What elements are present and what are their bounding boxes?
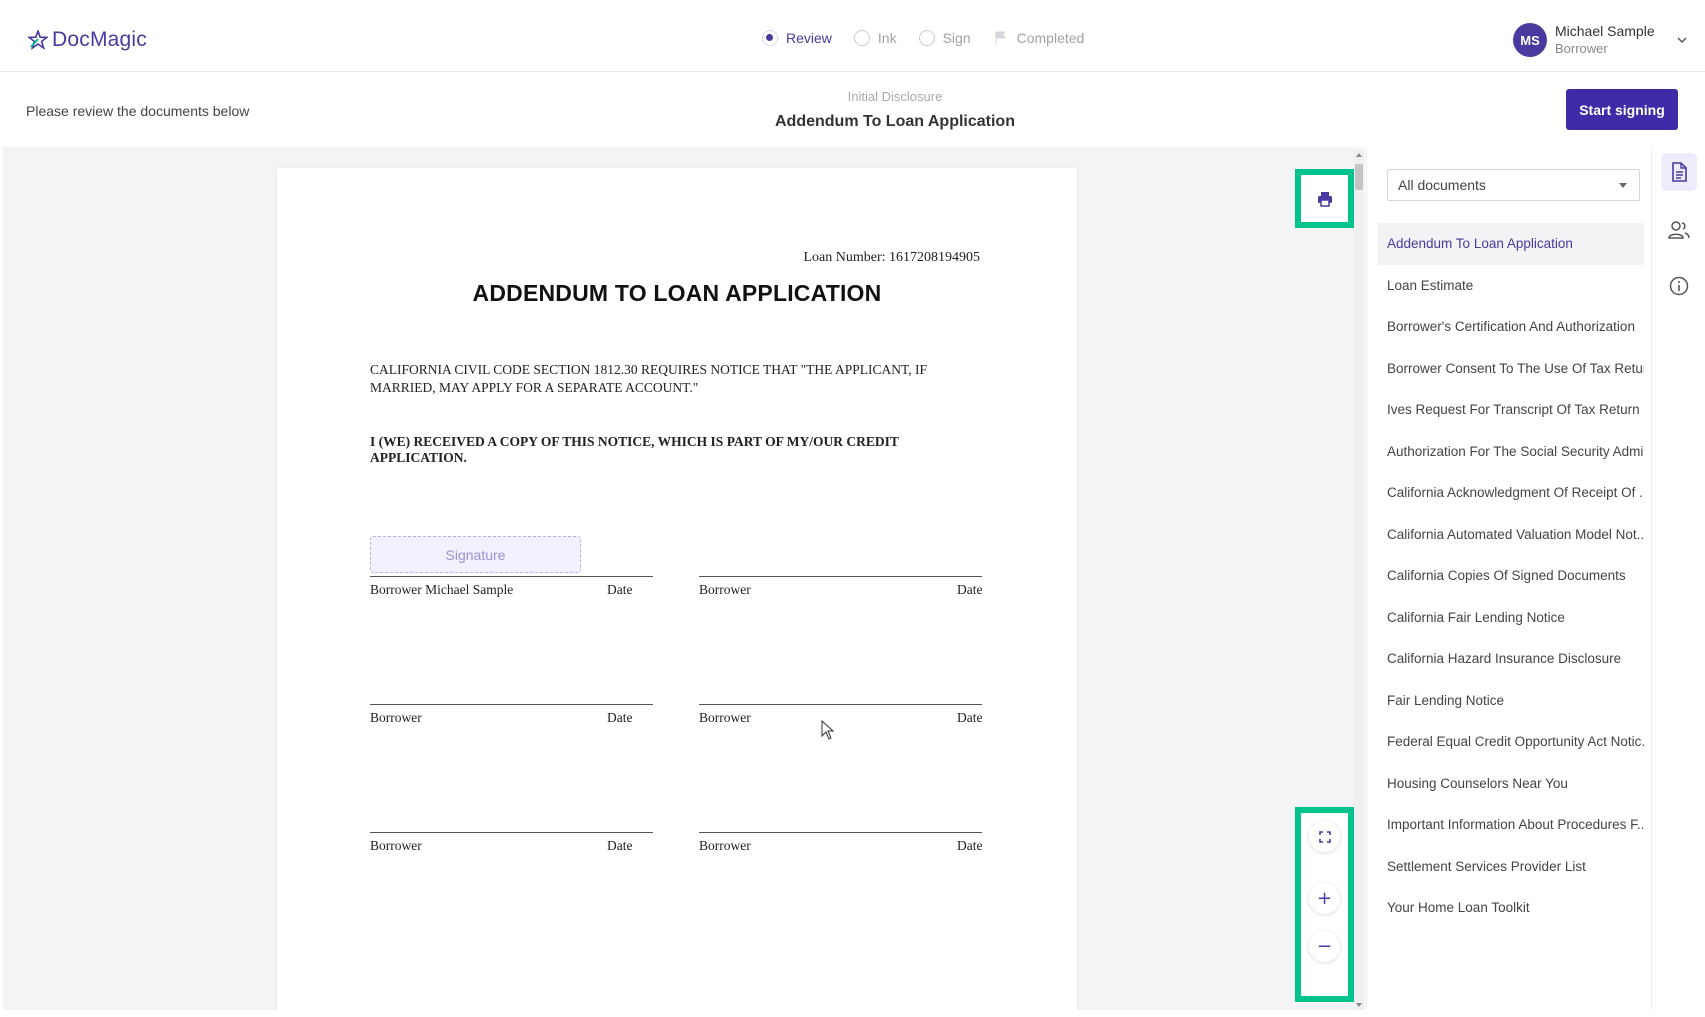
flag-icon bbox=[995, 31, 1006, 45]
star-logo-icon bbox=[28, 30, 48, 50]
step-sign: Sign bbox=[918, 30, 971, 46]
document-list-panel: All documents Addendum To Loan Applicati… bbox=[1366, 147, 1650, 1010]
document-list-item[interactable]: California Automated Valuation Model Not… bbox=[1378, 514, 1644, 556]
step-sign-label: Sign bbox=[942, 30, 971, 46]
date-label: Date bbox=[607, 838, 633, 853]
progress-steps: Review Ink Sign Completed bbox=[762, 30, 1084, 46]
document-icon bbox=[1672, 162, 1687, 182]
document-list-item[interactable]: California Acknowledgment Of Receipt Of … bbox=[1378, 472, 1644, 514]
document-list-item[interactable]: Federal Equal Credit Opportunity Act Not… bbox=[1378, 721, 1644, 763]
user-menu[interactable]: MS Michael Sample Borrower bbox=[1513, 22, 1689, 58]
start-signing-button[interactable]: Start signing bbox=[1566, 89, 1678, 130]
info-tab[interactable] bbox=[1661, 267, 1697, 305]
signer-label: Borrower bbox=[699, 838, 751, 853]
document-header: Please review the documents below Initia… bbox=[0, 73, 1705, 146]
user-name: Michael Sample bbox=[1555, 23, 1655, 39]
signature-line bbox=[370, 576, 653, 577]
step-active-icon bbox=[762, 30, 778, 46]
document-list-item[interactable]: California Fair Lending Notice bbox=[1378, 597, 1644, 639]
document-list-item[interactable]: California Hazard Insurance Disclosure bbox=[1378, 638, 1644, 680]
app-header: DocMagic Review Ink Sign Completed MS Mi… bbox=[0, 8, 1705, 72]
mouse-cursor-icon bbox=[821, 720, 835, 740]
document-list-item[interactable]: Borrower's Certification And Authorizati… bbox=[1378, 306, 1644, 348]
document-list-item[interactable]: Important Information About Procedures F… bbox=[1378, 804, 1644, 846]
fullscreen-button[interactable] bbox=[1309, 821, 1340, 852]
info-icon bbox=[1669, 276, 1689, 296]
document-filter-select[interactable]: All documents bbox=[1387, 169, 1640, 201]
printer-icon[interactable] bbox=[1316, 190, 1334, 208]
signer-label: Borrower bbox=[370, 710, 422, 725]
zoom-out-button[interactable]: − bbox=[1309, 931, 1340, 962]
document-list-item[interactable]: Authorization For The Social Security Ad… bbox=[1378, 431, 1644, 473]
received-copy-statement: I (WE) RECEIVED A COPY OF THIS NOTICE, W… bbox=[370, 434, 899, 465]
step-completed: Completed bbox=[993, 30, 1085, 46]
civil-code-notice: CALIFORNIA CIVIL CODE SECTION 1812.30 RE… bbox=[370, 362, 928, 395]
signature-line bbox=[699, 832, 982, 833]
document-list-item[interactable]: Borrower Consent To The Use Of Tax Retur… bbox=[1378, 348, 1644, 390]
step-pending-icon bbox=[853, 30, 870, 46]
side-rail bbox=[1651, 147, 1705, 1010]
signature-line bbox=[699, 704, 982, 705]
participants-tab[interactable] bbox=[1661, 211, 1697, 249]
docmagic-logo[interactable]: DocMagic bbox=[28, 28, 147, 52]
print-button-highlight bbox=[1295, 169, 1354, 228]
scroll-down-arrow-icon[interactable] bbox=[1356, 1003, 1362, 1007]
brand-name: DocMagic bbox=[52, 28, 147, 51]
document-heading: ADDENDUM TO LOAN APPLICATION bbox=[472, 280, 882, 306]
step-pending-icon bbox=[918, 30, 935, 46]
signature-line bbox=[370, 704, 653, 705]
signature-field[interactable]: Signature bbox=[370, 536, 581, 573]
date-label: Date bbox=[607, 582, 633, 597]
document-filter-value: All documents bbox=[1398, 177, 1486, 193]
document-list-item[interactable]: Your Home Loan Toolkit bbox=[1378, 887, 1644, 929]
signer-label: Borrower bbox=[370, 838, 422, 853]
scroll-up-arrow-icon[interactable] bbox=[1356, 153, 1362, 157]
date-label: Date bbox=[957, 710, 983, 725]
documents-tab[interactable] bbox=[1661, 153, 1697, 191]
viewer-scrollbar[interactable] bbox=[1354, 150, 1364, 1010]
date-label: Date bbox=[607, 710, 633, 725]
step-ink-label: Ink bbox=[877, 30, 897, 46]
zoom-controls-highlight: + − bbox=[1295, 807, 1354, 1002]
step-completed-label: Completed bbox=[1016, 30, 1085, 46]
fullscreen-icon bbox=[1318, 830, 1331, 843]
document-list-item[interactable]: Ives Request For Transcript Of Tax Retur… bbox=[1378, 389, 1644, 431]
user-role: Borrower bbox=[1555, 41, 1608, 56]
document-page: Loan Number: 1617208194905 ADDENDUM TO L… bbox=[277, 168, 1077, 1010]
loan-number: Loan Number: 1617208194905 bbox=[803, 250, 980, 265]
avatar: MS bbox=[1513, 23, 1547, 57]
document-list-item[interactable]: Addendum To Loan Application bbox=[1378, 223, 1644, 265]
user-info: Michael Sample Borrower bbox=[1555, 22, 1655, 58]
signer-label: Borrower bbox=[699, 710, 751, 725]
document-list-item[interactable]: Settlement Services Provider List bbox=[1378, 846, 1644, 888]
date-label: Date bbox=[957, 838, 983, 853]
caret-down-icon bbox=[1619, 183, 1627, 188]
document-category: Initial Disclosure bbox=[847, 89, 943, 104]
document-title: Addendum To Loan Application bbox=[775, 113, 1015, 130]
users-icon bbox=[1668, 221, 1690, 239]
document-list-item[interactable]: Housing Counselors Near You bbox=[1378, 763, 1644, 805]
step-review: Review bbox=[762, 30, 832, 46]
document-list: Addendum To Loan Application Loan Estimat… bbox=[1378, 223, 1644, 929]
scroll-thumb[interactable] bbox=[1355, 164, 1363, 190]
signature-line bbox=[370, 832, 653, 833]
document-list-item[interactable]: Fair Lending Notice bbox=[1378, 680, 1644, 722]
zoom-in-button[interactable]: + bbox=[1309, 883, 1340, 914]
date-label: Date bbox=[957, 582, 983, 597]
document-list-item[interactable]: California Copies Of Signed Documents bbox=[1378, 555, 1644, 597]
signature-line bbox=[699, 576, 982, 577]
step-ink: Ink bbox=[853, 30, 897, 46]
document-viewer[interactable]: Loan Number: 1617208194905 ADDENDUM TO L… bbox=[3, 147, 1365, 1010]
document-list-item[interactable]: Loan Estimate bbox=[1378, 265, 1644, 307]
chevron-down-icon[interactable] bbox=[1675, 33, 1689, 47]
step-review-label: Review bbox=[786, 30, 832, 46]
signer-label: Borrower Michael Sample bbox=[370, 582, 514, 597]
signer-label: Borrower bbox=[699, 582, 751, 597]
